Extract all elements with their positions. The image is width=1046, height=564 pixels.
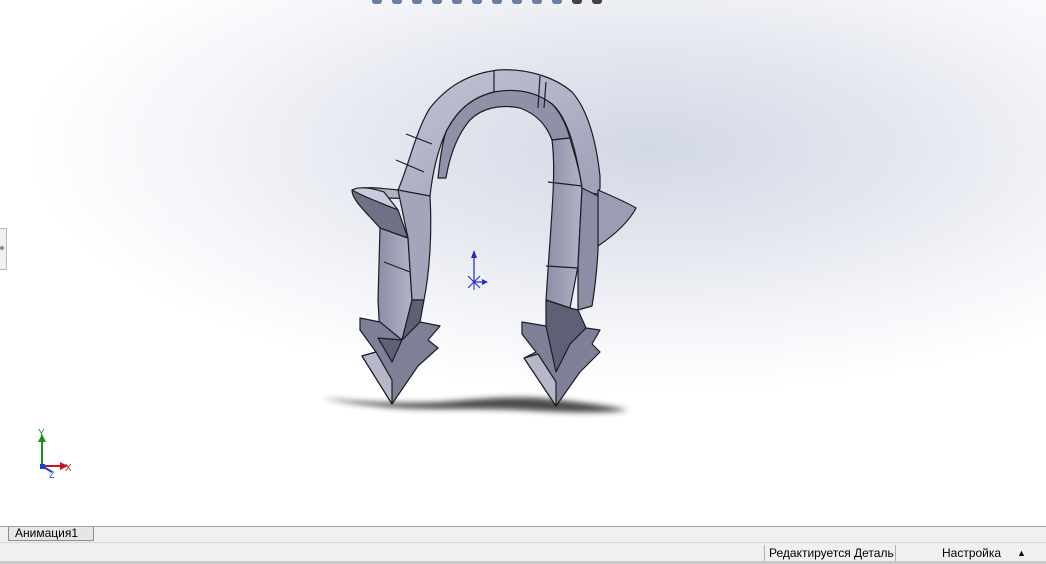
task-pane-collapse-tab[interactable] bbox=[0, 228, 7, 270]
chevron-up-icon[interactable]: ▲ bbox=[1017, 545, 1026, 561]
graphics-area[interactable]: Y X Z bbox=[0, 0, 1046, 526]
right-leg-front bbox=[545, 137, 583, 309]
ground-shadow bbox=[322, 397, 628, 413]
grip-icon bbox=[0, 246, 4, 250]
status-units-button[interactable]: Настройка bbox=[942, 545, 1001, 561]
model-canvas[interactable]: Y X Z bbox=[0, 0, 1046, 526]
clip-part[interactable] bbox=[351, 69, 637, 407]
tab-animation[interactable]: Анимация1 bbox=[8, 527, 94, 541]
triad-y-label: Y bbox=[38, 428, 45, 439]
reference-triad: Y X Z bbox=[38, 428, 72, 480]
origin-indicator bbox=[467, 250, 488, 290]
triad-z-label: Z bbox=[49, 470, 55, 480]
status-edit-mode: Редактируется Деталь bbox=[769, 546, 894, 560]
status-separator bbox=[764, 545, 765, 561]
right-leg-side bbox=[577, 187, 600, 311]
document-tab-bar: Анимация1 bbox=[0, 526, 1046, 542]
status-separator bbox=[895, 545, 896, 561]
triad-x-label: X bbox=[65, 463, 72, 474]
right-barb bbox=[597, 189, 637, 247]
